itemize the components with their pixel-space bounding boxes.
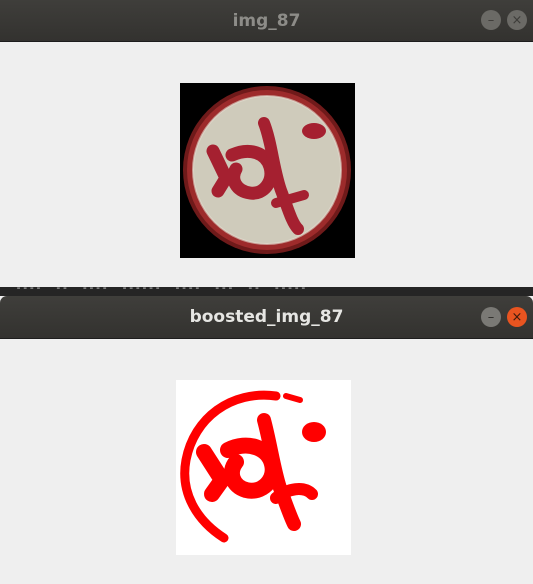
seal-image xyxy=(180,83,355,258)
window-title: boosted_img_87 xyxy=(189,307,344,327)
close-icon[interactable]: × xyxy=(507,307,527,327)
boosted-seal-image xyxy=(176,380,351,555)
window-img-87: img_87 – × xyxy=(0,0,533,287)
window-title: img_87 xyxy=(232,11,301,31)
minimize-icon[interactable]: – xyxy=(481,307,501,327)
close-icon[interactable]: × xyxy=(507,10,527,30)
titlebar[interactable]: img_87 – × xyxy=(0,0,533,42)
window-controls: – × xyxy=(481,307,527,327)
window-controls: – × xyxy=(481,10,527,30)
minimize-icon[interactable]: – xyxy=(481,10,501,30)
titlebar[interactable]: boosted_img_87 – × xyxy=(0,296,533,339)
window-boosted-img-87: boosted_img_87 – × xyxy=(0,296,533,584)
terminal-text: ---- -- ---- ------ ---- --- -- ----- xyxy=(2,287,307,294)
terminal-fragment: ---- -- ---- ------ ---- --- -- ----- xyxy=(0,287,533,296)
